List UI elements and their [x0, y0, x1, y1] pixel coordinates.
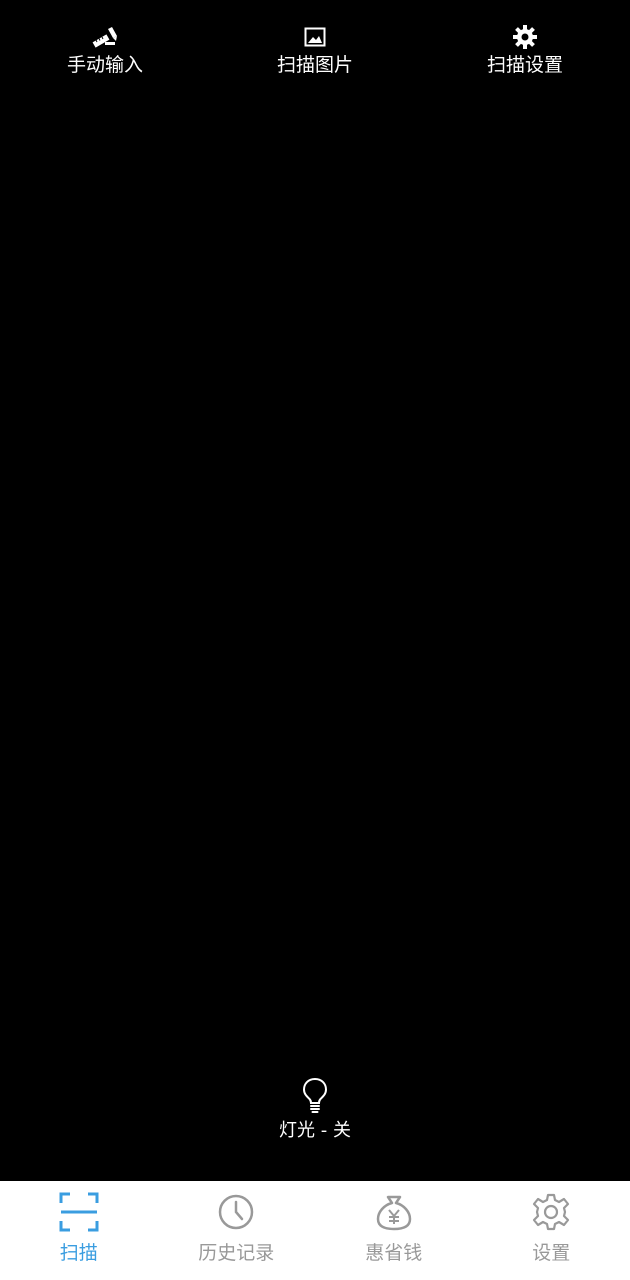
- manual-input-button[interactable]: 手动输入: [35, 24, 175, 78]
- manual-input-label: 手动输入: [66, 54, 143, 76]
- clock-icon: [215, 1191, 257, 1233]
- nav-item-scan[interactable]: 扫描: [0, 1181, 158, 1280]
- nav-item-history[interactable]: 历史记录: [158, 1181, 316, 1280]
- lightbulb-icon: [300, 1076, 330, 1116]
- gear-icon: [530, 1191, 572, 1233]
- gear-icon: [511, 24, 539, 50]
- camera-viewfinder[interactable]: [0, 90, 630, 1180]
- scan-image-label: 扫描图片: [276, 54, 353, 76]
- nav-label-scan: 扫描: [59, 1242, 98, 1264]
- pencil-ruler-icon: [91, 24, 119, 50]
- scan-settings-button[interactable]: 扫描设置: [455, 24, 595, 78]
- bottom-navigation: 扫描 历史记录 惠省钱 设置: [0, 1181, 630, 1280]
- scan-frame-icon: [58, 1191, 100, 1233]
- nav-item-settings[interactable]: 设置: [473, 1181, 630, 1280]
- money-bag-icon: [373, 1191, 415, 1233]
- scan-settings-label: 扫描设置: [486, 54, 563, 76]
- nav-item-save-money[interactable]: 惠省钱: [315, 1181, 473, 1280]
- flashlight-toggle[interactable]: 灯光 - 关: [255, 1076, 375, 1142]
- nav-label-save-money: 惠省钱: [365, 1242, 423, 1264]
- scan-image-button[interactable]: 扫描图片: [245, 24, 385, 78]
- nav-label-settings: 设置: [532, 1242, 571, 1264]
- nav-label-history: 历史记录: [198, 1242, 275, 1264]
- scanner-screen: 手动输入 扫描图片 扫描设置 灯光 - 关 扫描 历史记录 惠省钱 设置: [0, 0, 630, 1280]
- image-icon: [301, 24, 329, 50]
- flashlight-label: 灯光 - 关: [279, 1120, 351, 1141]
- top-toolbar: 手动输入 扫描图片 扫描设置: [0, 0, 630, 90]
